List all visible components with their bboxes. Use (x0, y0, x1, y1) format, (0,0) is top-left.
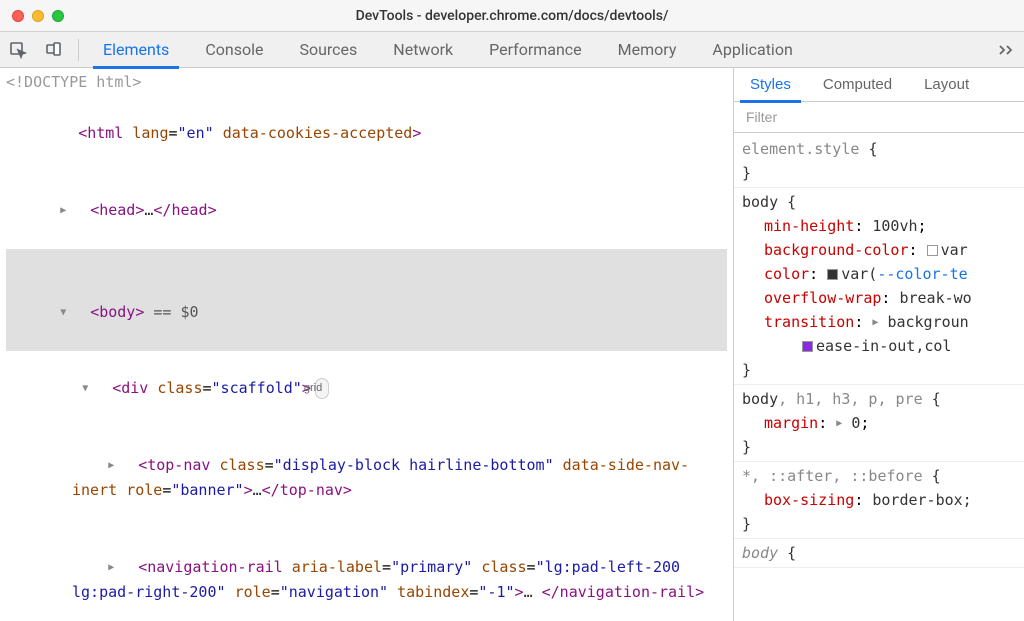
styles-subtabs: Styles Computed Layout (734, 68, 1024, 102)
tab-application[interactable]: Application (694, 32, 810, 68)
window-titlebar: DevTools - developer.chrome.com/docs/dev… (0, 0, 1024, 32)
top-nav-node[interactable]: ▶<top-nav class="display-block hairline-… (6, 427, 727, 529)
css-rule[interactable]: body { min-height: 100vh; background-col… (734, 188, 1024, 385)
subtab-styles[interactable]: Styles (734, 68, 807, 102)
zoom-window-button[interactable] (52, 10, 64, 22)
tab-elements[interactable]: Elements (85, 32, 187, 68)
disclosure-triangle-icon[interactable]: ▶ (126, 559, 138, 576)
inspect-element-icon[interactable] (0, 32, 36, 68)
disclosure-triangle-icon[interactable]: ▼ (100, 380, 112, 397)
css-rule[interactable]: body { (734, 539, 1024, 568)
styles-filter-input[interactable] (744, 108, 1014, 126)
body-node-selected[interactable]: ⋯ ▼<body> == $0 (6, 249, 727, 351)
styles-rules[interactable]: element.style { } body { min-height: 100… (734, 133, 1024, 621)
tab-console[interactable]: Console (187, 32, 281, 68)
color-swatch-icon[interactable] (927, 245, 938, 256)
head-node[interactable]: ▶<head>…</head> (6, 172, 727, 249)
css-rule[interactable]: *, ::after, ::before { box-sizing: borde… (734, 462, 1024, 539)
toolbar-divider (78, 39, 79, 61)
close-window-button[interactable] (12, 10, 24, 22)
color-swatch-icon[interactable] (827, 269, 838, 280)
minimize-window-button[interactable] (32, 10, 44, 22)
tab-performance[interactable]: Performance (471, 32, 600, 68)
styles-sidebar: Styles Computed Layout element.style { }… (734, 68, 1024, 621)
panel-tabs: Elements Console Sources Network Perform… (85, 32, 811, 67)
dom-tree-panel[interactable]: <!DOCTYPE html> <html lang="en" data-coo… (0, 68, 734, 621)
tab-memory[interactable]: Memory (600, 32, 695, 68)
div-scaffold-node[interactable]: ▼<div class="scaffold">grid (6, 351, 727, 428)
window-controls (0, 10, 64, 22)
disclosure-triangle-icon[interactable]: ▶ (126, 457, 138, 474)
cubic-bezier-icon[interactable] (802, 341, 813, 352)
css-rule[interactable]: element.style { } (734, 135, 1024, 188)
devtools-toolbar: Elements Console Sources Network Perform… (0, 32, 1024, 68)
main-split: <!DOCTYPE html> <html lang="en" data-coo… (0, 68, 1024, 621)
more-tabs-icon[interactable] (988, 32, 1024, 68)
tab-sources[interactable]: Sources (281, 32, 375, 68)
window-title: DevTools - developer.chrome.com/docs/dev… (0, 8, 1024, 24)
subtab-computed[interactable]: Computed (807, 68, 908, 102)
disclosure-triangle-icon[interactable]: ▶ (78, 202, 90, 219)
grid-badge[interactable]: grid (315, 378, 329, 399)
html-open[interactable]: <html lang="en" data-cookies-accepted> (6, 96, 727, 173)
disclosure-triangle-icon[interactable]: ▼ (78, 304, 90, 321)
navigation-rail-node[interactable]: ▶<navigation-rail aria-label="primary" c… (6, 529, 727, 621)
device-toolbar-icon[interactable] (36, 32, 72, 68)
doctype-node[interactable]: <!DOCTYPE html> (6, 70, 727, 96)
expand-triangle-icon[interactable]: ▶ (872, 315, 878, 331)
expand-triangle-icon[interactable]: ▶ (836, 416, 842, 432)
tab-network[interactable]: Network (375, 32, 471, 68)
styles-filter (734, 102, 1024, 133)
subtab-layout[interactable]: Layout (908, 68, 985, 102)
css-rule[interactable]: body, h1, h3, p, pre { margin: ▶ 0; } (734, 385, 1024, 462)
